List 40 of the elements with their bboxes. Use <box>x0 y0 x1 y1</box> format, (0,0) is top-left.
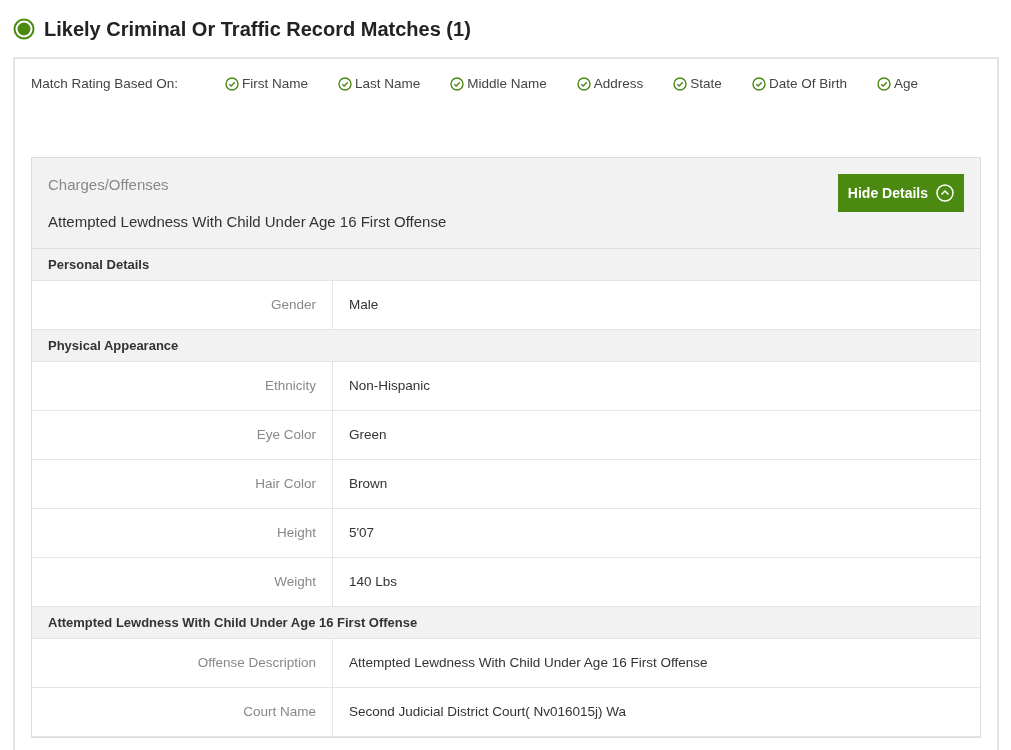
criterion-label: Date Of Birth <box>768 75 847 92</box>
field-label: Ethnicity <box>264 376 316 395</box>
field-value: 140 Lbs <box>349 572 398 591</box>
field-label: Weight <box>274 572 316 591</box>
check-circle-icon <box>338 76 352 91</box>
check-circle-icon <box>876 76 891 91</box>
charge-text: Attempted Lewdness With Child Under Age 16 First Offense <box>48 211 447 232</box>
charges-label: Charges/Offenses <box>48 175 170 195</box>
chevron-up-circle-icon <box>936 184 954 202</box>
field-value: Second Judicial District Court( Nv016015j) Wa <box>349 702 627 721</box>
section-header: Personal Details <box>48 255 150 274</box>
check-circle-icon <box>751 76 766 91</box>
field-value: Brown <box>349 474 388 493</box>
field-label: Offense Description <box>197 653 316 672</box>
field-label: Height <box>276 523 316 542</box>
check-circle-icon <box>673 76 688 91</box>
criterion-label: State <box>690 75 722 92</box>
field-value: Non-Hispanic <box>349 376 431 395</box>
hide-details-button[interactable]: Hide Details <box>837 174 964 212</box>
criterion-label: Middle Name <box>467 75 547 92</box>
check-circle-icon <box>450 76 465 91</box>
field-value: Green <box>349 425 387 444</box>
criterion-label: First Name <box>242 75 308 92</box>
field-label: Eye Color <box>256 425 316 444</box>
check-circle-icon <box>225 76 239 91</box>
section-title: Likely Criminal Or Traffic Record Matches (1) <box>44 16 471 42</box>
criterion-label: Address <box>593 75 644 92</box>
status-dot-icon <box>13 17 35 40</box>
field-label: Gender <box>270 295 316 314</box>
field-label: Hair Color <box>255 474 316 493</box>
criterion-label: Age <box>893 75 918 92</box>
section-header: Physical Appearance <box>48 336 179 355</box>
match-rating-label: Match Rating Based On: <box>31 75 180 92</box>
section-header: Attempted Lewdness With Child Under Age 16 First Offense <box>48 613 418 632</box>
criterion-label: Last Name <box>355 75 421 92</box>
field-value: 5'07 <box>349 523 375 542</box>
field-value: Attempted Lewdness With Child Under Age 16 First Offense <box>349 653 708 672</box>
check-circle-icon <box>576 76 591 91</box>
field-label: Court Name <box>243 702 316 721</box>
field-value: Male <box>349 295 379 314</box>
